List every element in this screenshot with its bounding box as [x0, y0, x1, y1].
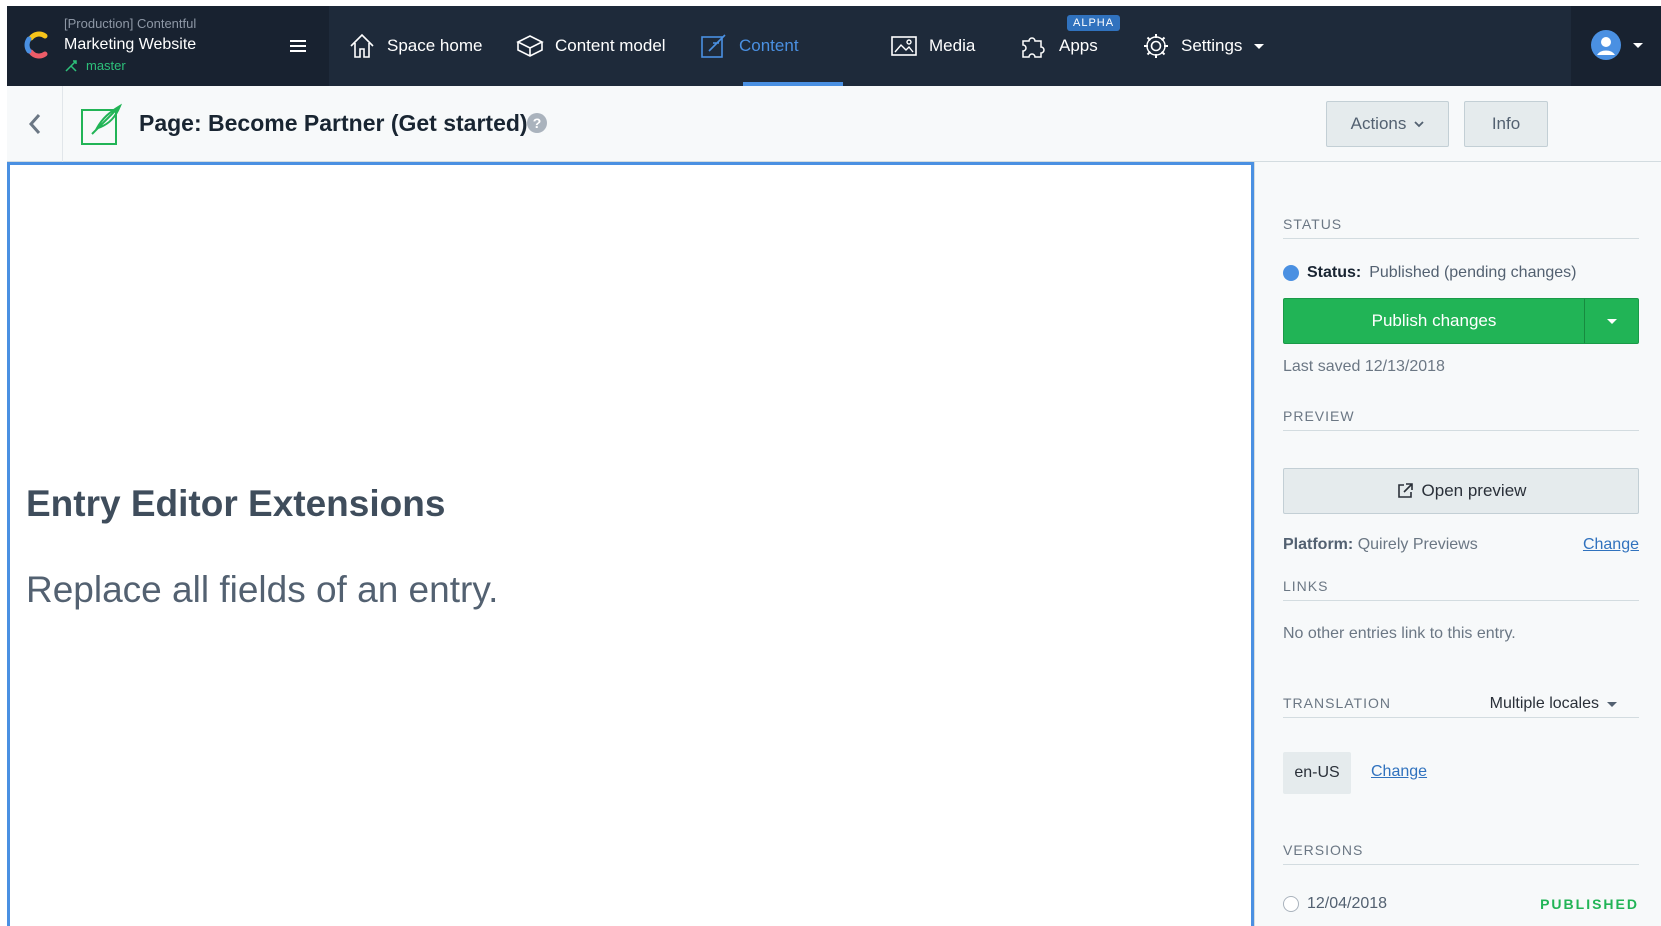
versions-heading: VERSIONS	[1283, 842, 1639, 865]
space-name: Marketing Website	[64, 36, 197, 53]
actions-button[interactable]: Actions	[1326, 101, 1449, 147]
entry-editor-extension-frame: Entry Editor Extensions Replace all fiel…	[7, 162, 1254, 926]
last-saved: Last saved 12/13/2018	[1283, 358, 1445, 375]
status-label: Status:	[1307, 264, 1362, 281]
translation-heading-label: TRANSLATION	[1283, 695, 1391, 711]
content-icon	[701, 34, 726, 58]
nav-label: Space home	[387, 36, 483, 55]
nav-media[interactable]: Media	[889, 6, 975, 86]
locale-mode-dropdown[interactable]: Multiple locales	[1490, 695, 1617, 713]
puzzle-icon	[1022, 37, 1045, 58]
platform-value: Quirely Previews	[1357, 536, 1478, 553]
info-button[interactable]: Info	[1464, 101, 1548, 147]
translation-heading: TRANSLATION Multiple locales	[1283, 695, 1639, 718]
publish-options-dropdown[interactable]	[1584, 299, 1638, 343]
status-line: Status: Published (pending changes)	[1283, 264, 1577, 282]
open-preview-label: Open preview	[1421, 481, 1527, 500]
page-title: Page: Become Partner (Get started)	[139, 110, 528, 136]
chevron-down-icon	[1607, 701, 1617, 707]
chevron-down-icon	[1606, 318, 1617, 324]
publish-label: Publish changes	[1371, 311, 1497, 330]
gear-icon	[1144, 34, 1168, 58]
back-button[interactable]	[7, 86, 63, 162]
branch-icon	[65, 59, 77, 72]
links-heading: LINKS	[1283, 578, 1639, 601]
entry-sidebar: STATUS Status: Published (pending change…	[1254, 162, 1661, 926]
nav-space-home[interactable]: Space home	[347, 6, 482, 86]
extension-title: Entry Editor Extensions	[26, 483, 446, 524]
locale-mode-label: Multiple locales	[1489, 695, 1599, 712]
environment-label: [Production] Contentful	[64, 16, 197, 31]
extension-description: Replace all fields of an entry.	[26, 569, 499, 610]
account-menu[interactable]	[1571, 6, 1661, 86]
chevron-down-icon	[1633, 43, 1643, 48]
space-switcher[interactable]: [Production] Contentful Marketing Websit…	[7, 6, 329, 86]
avatar-icon	[1591, 30, 1621, 60]
nav-label: Content	[739, 36, 799, 55]
change-platform-link[interactable]: Change	[1583, 536, 1639, 554]
version-row[interactable]: 12/04/2018 PUBLISHED	[1283, 895, 1639, 913]
contentful-logo-icon	[24, 31, 48, 59]
chevron-down-icon	[1254, 43, 1265, 49]
links-text: No other entries link to this entry.	[1283, 625, 1516, 642]
entry-edit-icon	[81, 103, 123, 145]
chevron-left-icon	[28, 114, 40, 134]
nav-label: Apps	[1059, 36, 1098, 55]
nav-content[interactable]: Content	[699, 6, 799, 86]
nav-label: Settings	[1181, 36, 1243, 55]
nav-label: Content model	[555, 36, 666, 55]
top-navigation: [Production] Contentful Marketing Websit…	[7, 6, 1661, 86]
branch-indicator: master	[64, 58, 126, 73]
status-heading: STATUS	[1283, 216, 1639, 239]
status-value: Published (pending changes)	[1369, 264, 1577, 281]
chevron-down-icon	[1414, 121, 1425, 128]
version-date: 12/04/2018	[1307, 895, 1388, 912]
info-label: Info	[1491, 114, 1521, 133]
home-icon	[350, 33, 374, 58]
publish-changes-button[interactable]: Publish changes	[1284, 299, 1584, 343]
status-dot-icon	[1283, 265, 1299, 281]
change-locale-link[interactable]: Change	[1371, 763, 1427, 781]
publish-button-group: Publish changes	[1283, 298, 1639, 344]
hamburger-menu-icon[interactable]	[290, 38, 308, 54]
alpha-badge: ALPHA	[1067, 15, 1121, 31]
version-radio[interactable]	[1283, 896, 1299, 912]
help-icon[interactable]: ?	[527, 113, 547, 133]
locale-tag: en-US	[1283, 752, 1351, 794]
nav-content-model[interactable]: Content model	[515, 6, 666, 86]
nav-label: Media	[929, 36, 976, 55]
nav-settings[interactable]: Settings	[1141, 6, 1265, 86]
open-preview-button[interactable]: Open preview	[1283, 468, 1639, 514]
branch-name: master	[86, 58, 126, 73]
external-link-icon	[1397, 483, 1413, 498]
version-status-badge: PUBLISHED	[1540, 896, 1639, 912]
platform-line: Platform: Quirely Previews	[1283, 536, 1478, 554]
preview-heading: PREVIEW	[1283, 408, 1639, 431]
media-icon	[891, 36, 917, 56]
entry-header: Page: Become Partner (Get started) ? Act…	[7, 86, 1661, 162]
actions-label: Actions	[1350, 114, 1407, 133]
content-model-icon	[516, 35, 544, 57]
platform-label: Platform:	[1283, 536, 1354, 553]
